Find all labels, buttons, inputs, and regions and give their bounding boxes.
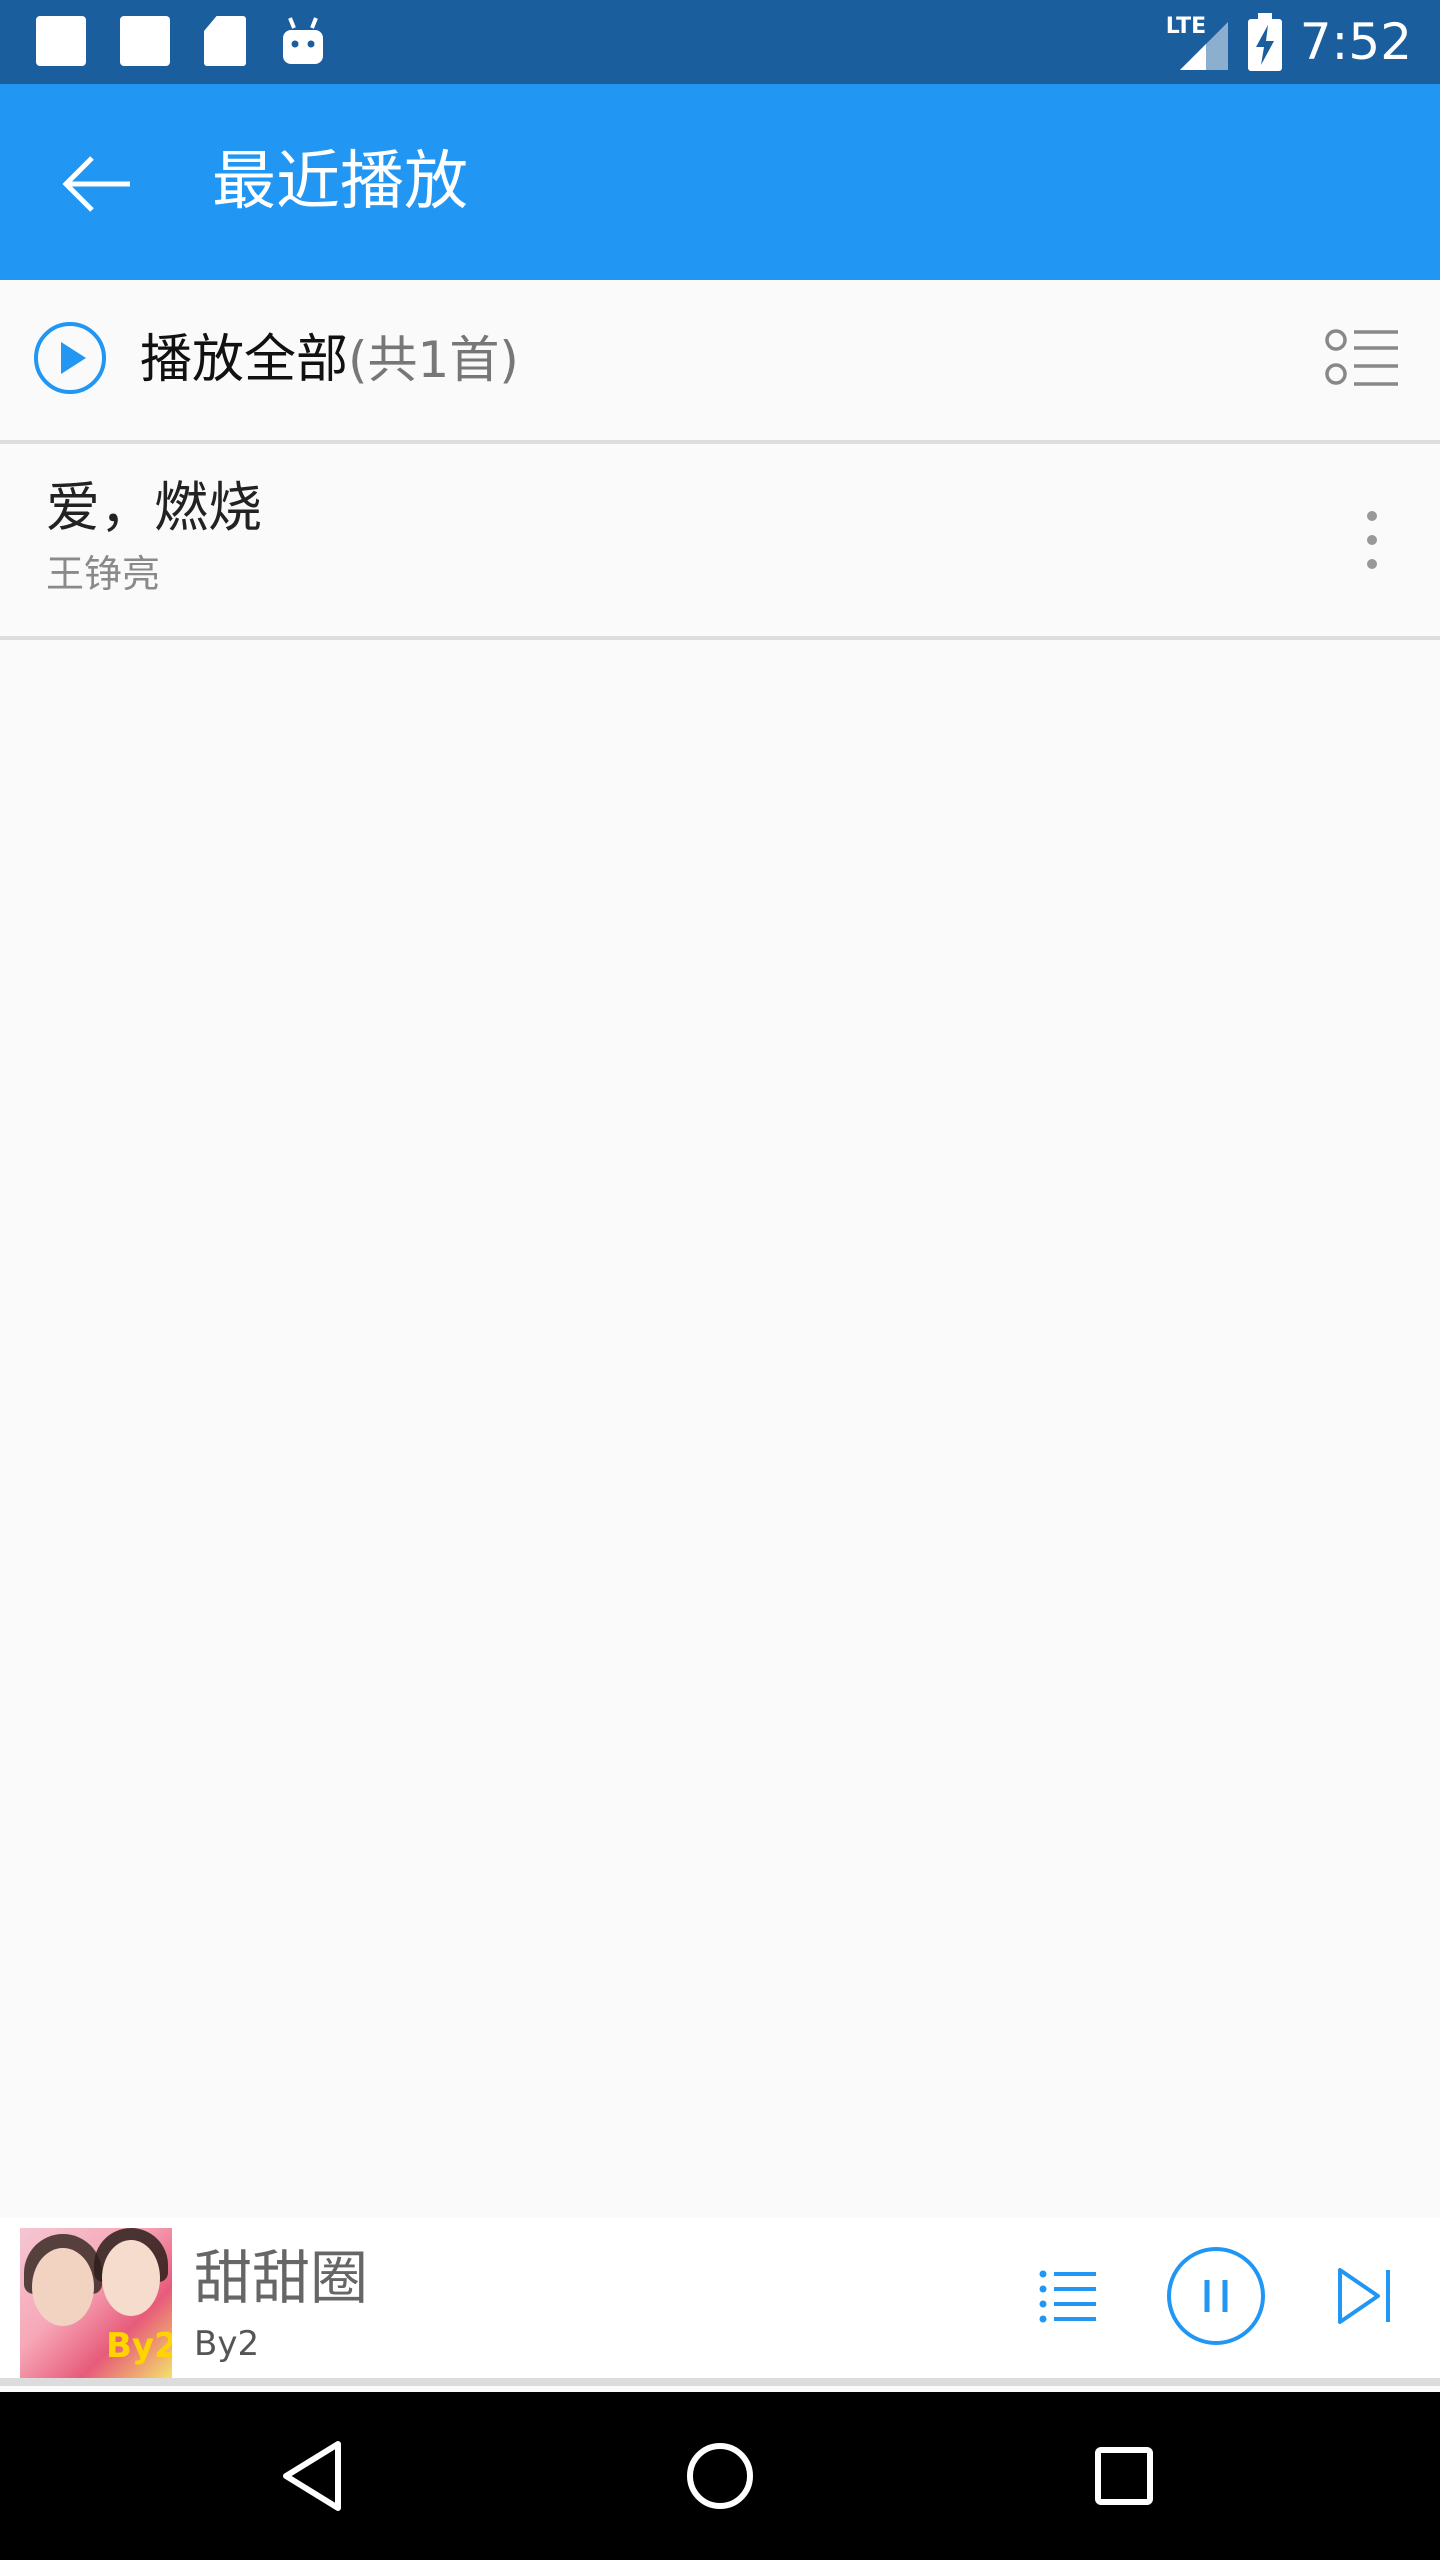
clock: 7:52 (1299, 13, 1412, 71)
play-all-label[interactable]: 播放全部(共1首) (140, 324, 519, 396)
song-count: (共1首) (348, 331, 519, 389)
more-vertical-icon[interactable] (1364, 510, 1380, 570)
playlist-icon[interactable] (1038, 2268, 1098, 2324)
back-arrow-icon[interactable] (58, 144, 138, 224)
multi-select-icon[interactable] (1324, 326, 1400, 390)
pause-circle-icon[interactable] (1164, 2244, 1268, 2348)
song-list-item[interactable]: 爱，燃烧 王铮亮 (0, 444, 1440, 636)
notification-icons (36, 16, 326, 66)
skip-next-icon[interactable] (1336, 2266, 1394, 2326)
android-icon (283, 17, 323, 64)
play-circle-icon[interactable] (32, 320, 108, 396)
signal-icon: LTE (1166, 14, 1230, 70)
nav-recents-icon[interactable] (1084, 2436, 1164, 2516)
song-title: 爱，燃烧 (46, 476, 262, 539)
song-artist: 王铮亮 (46, 552, 161, 596)
status-bar: LTE 7:52 (0, 0, 1440, 84)
divider (0, 636, 1440, 640)
album-cover-logo: By2 (106, 2326, 172, 2366)
notification-icon (36, 16, 86, 66)
battery-charging-icon (1247, 13, 1282, 71)
now-playing-artist: By2 (194, 2324, 260, 2364)
now-playing-title: 甜甜圈 (194, 2244, 369, 2312)
play-all-text: 播放全部 (140, 330, 349, 390)
player-shadow (0, 2378, 1440, 2386)
notification-icon (120, 16, 170, 66)
system-nav-bar (0, 2392, 1440, 2560)
app-bar: 最近播放 (0, 84, 1440, 280)
sd-card-icon (204, 16, 246, 66)
nav-back-icon[interactable] (276, 2436, 356, 2516)
album-cover[interactable]: By2 (20, 2228, 172, 2378)
now-playing-bar[interactable]: By2 甜甜圈 By2 (0, 2218, 1440, 2378)
page-title: 最近播放 (212, 145, 468, 219)
nav-home-icon[interactable] (680, 2436, 760, 2516)
play-all-row[interactable]: 播放全部(共1首) (0, 280, 1440, 440)
